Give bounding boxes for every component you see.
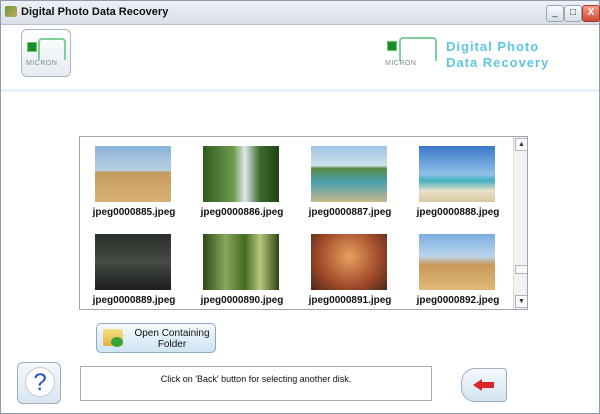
minimize-button[interactable]: _ xyxy=(546,5,564,22)
file-name[interactable]: jpeg0000886.jpeg xyxy=(188,207,296,218)
help-button[interactable]: ? xyxy=(17,362,61,404)
chip-icon xyxy=(387,41,397,51)
window-title: Digital Photo Data Recovery xyxy=(21,6,169,18)
green-arrow-icon xyxy=(111,337,123,347)
brand-title: Digital Photo Data Recovery xyxy=(446,39,549,71)
logo-text: MICRON xyxy=(385,60,417,67)
app-icon xyxy=(5,6,17,17)
file-name[interactable]: jpeg0000889.jpeg xyxy=(80,295,188,306)
brand-line1: Digital Photo xyxy=(446,39,540,54)
thumbnail-1[interactable] xyxy=(95,146,171,202)
status-message: Click on 'Back' button for selecting ano… xyxy=(80,366,432,401)
scroll-thumb[interactable] xyxy=(515,265,527,274)
title-bar: Digital Photo Data Recovery _ □ X xyxy=(1,1,600,25)
file-name[interactable]: jpeg0000885.jpeg xyxy=(80,207,188,218)
logo-text: MICRON xyxy=(26,60,58,67)
open-containing-folder-button[interactable]: Open Containing Folder xyxy=(96,323,216,353)
chip-icon xyxy=(27,42,37,52)
back-arrow-shaft xyxy=(481,382,494,388)
open-folder-label: Open Containing Folder xyxy=(134,328,210,350)
file-name[interactable]: jpeg0000892.jpeg xyxy=(404,295,512,306)
thumbnail-5[interactable] xyxy=(95,234,171,290)
scroll-up-button[interactable]: ▲ xyxy=(515,138,527,151)
thumbnail-6[interactable] xyxy=(203,234,279,290)
app-window: Digital Photo Data Recovery _ □ X MICRON… xyxy=(0,0,600,414)
close-button[interactable]: X xyxy=(582,5,600,22)
back-button[interactable] xyxy=(461,368,507,402)
file-name[interactable]: jpeg0000887.jpeg xyxy=(296,207,404,218)
logo-m-icon xyxy=(38,38,66,60)
question-icon: ? xyxy=(25,367,55,397)
file-name[interactable]: jpeg0000888.jpeg xyxy=(404,207,512,218)
file-name[interactable]: jpeg0000890.jpeg xyxy=(188,295,296,306)
thumbnail-2[interactable] xyxy=(203,146,279,202)
thumbnail-3[interactable] xyxy=(311,146,387,202)
vertical-scrollbar[interactable]: ▲ ▼ xyxy=(513,137,527,309)
maximize-button[interactable]: □ xyxy=(564,5,582,22)
file-name[interactable]: jpeg0000891.jpeg xyxy=(296,295,404,306)
logo-badge: MICRON xyxy=(21,29,71,77)
brand-line2: Data Recovery xyxy=(446,55,550,70)
brand-logo: MICRON xyxy=(385,35,441,71)
scroll-down-button[interactable]: ▼ xyxy=(515,295,527,308)
header-divider xyxy=(1,89,599,92)
logo-m-icon xyxy=(399,37,437,61)
thumbnail-8[interactable] xyxy=(419,234,495,290)
photo-gallery[interactable]: jpeg0000885.jpeg jpeg0000886.jpeg jpeg00… xyxy=(79,136,528,310)
thumbnail-4[interactable] xyxy=(419,146,495,202)
thumbnail-7[interactable] xyxy=(311,234,387,290)
